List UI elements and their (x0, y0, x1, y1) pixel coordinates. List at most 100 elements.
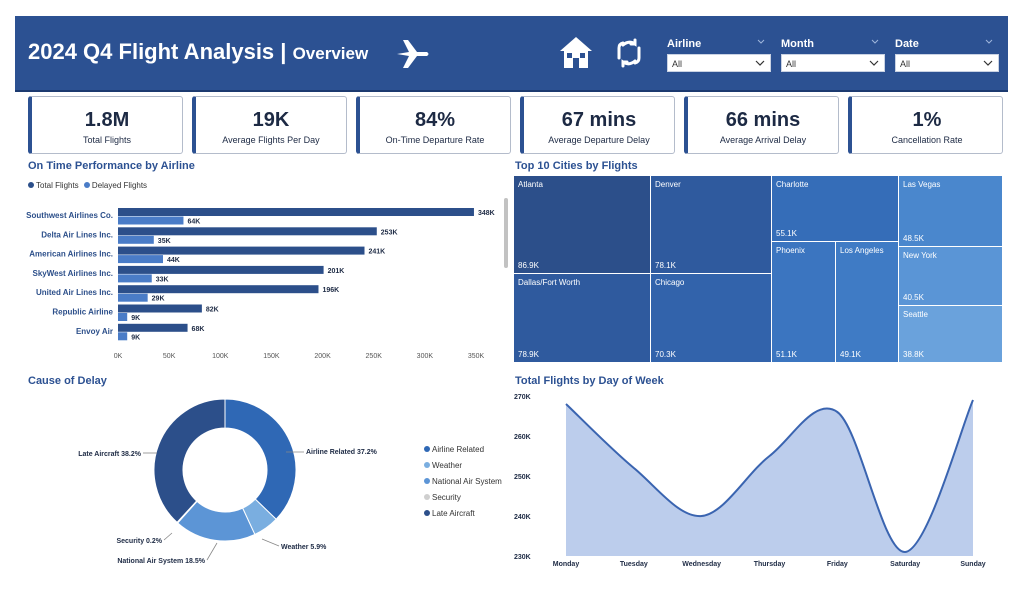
bar-value-label: 196K (322, 287, 339, 294)
legend-item[interactable]: Weather (424, 461, 502, 477)
treemap-tile-chicago[interactable]: Chicago 70.3K (651, 274, 772, 363)
refresh-icon[interactable] (613, 36, 645, 70)
legend-dot (424, 462, 430, 468)
bar-value-label: 29K (152, 296, 165, 303)
y-tick-label: 240K (514, 514, 531, 521)
bar-value-label: 201K (328, 268, 345, 275)
dashboard: 2024 Q4 Flight Analysis | Overview Airli… (0, 0, 1024, 590)
slice-leader-line (206, 542, 218, 561)
title-main: 2024 Q4 Flight Analysis (28, 39, 275, 64)
legend-label: Weather (432, 461, 463, 470)
kpi-card-cancellation-rate: 1% Cancellation Rate (848, 96, 1003, 154)
bar-value-label: 44K (167, 257, 180, 264)
x-tick-label: Thursday (754, 561, 786, 568)
slice-leader-line (163, 532, 173, 541)
treemap-tile-los-angeles[interactable]: Los Angeles 49.1K (836, 242, 899, 363)
airline-dropdown[interactable]: All (667, 54, 771, 72)
x-tick-label: 0K (114, 353, 123, 360)
treemap-tile-atlanta[interactable]: Atlanta 86.9K (514, 176, 651, 274)
y-tick-label: 250K (514, 474, 531, 481)
tile-name: Seattle (903, 310, 928, 319)
airline-label: Republic Airline (52, 308, 113, 317)
bar-value-label: 253K (381, 229, 398, 236)
airline-label: Delta Air Lines Inc. (41, 230, 113, 239)
date-dropdown[interactable]: All (895, 54, 999, 72)
delay-legend: Airline Related Weather National Air Sys… (424, 445, 502, 525)
kpi-label: Total Flights (82, 135, 132, 145)
slice-data-label: Airline Related 37.2% (306, 449, 378, 456)
airline-label: Envoy Air (76, 327, 113, 336)
airline-slicer[interactable]: Airline All (667, 38, 771, 72)
x-tick-label: Saturday (890, 561, 920, 568)
delay-donut-chart: Airline Related 37.2% Weather 5.9% Nationa… (78, 398, 378, 565)
treemap-tile-phoenix[interactable]: Phoenix 51.1K (772, 242, 836, 363)
bar-value-label: 348K (478, 210, 495, 217)
tile-name: Denver (655, 180, 681, 189)
kpi-label: Average Flights Per Day (222, 135, 320, 145)
tile-name: Las Vegas (903, 180, 941, 189)
otp-legend: Total Flights Delayed Flights (28, 181, 147, 190)
airline-slicer-label: Airline (667, 38, 702, 50)
bar-total-flights (118, 246, 365, 255)
chevron-down-icon[interactable] (757, 38, 765, 46)
tile-value: 48.5K (903, 234, 924, 243)
bar-value-label: 33K (156, 276, 169, 283)
kpi-card-avg-arrival-delay: 66 mins Average Arrival Delay (684, 96, 839, 154)
title-subtitle: Overview (292, 44, 369, 63)
bar-value-label: 68K (192, 326, 205, 333)
bar-value-label: 9K (131, 315, 140, 322)
bar-value-label: 82K (206, 307, 219, 314)
tile-name: Los Angeles (840, 246, 884, 255)
dow-area-chart: 270K 260K 250K 240K 230K Monday Tuesday Wednesd… (514, 394, 986, 568)
bar-value-label: 64K (187, 219, 200, 226)
chevron-down-icon[interactable] (985, 38, 993, 46)
airline-label: United Air Lines Inc. (36, 288, 113, 297)
kpi-value: 19K (252, 109, 290, 131)
legend-item[interactable]: National Air System (424, 477, 502, 493)
date-slicer-label: Date (895, 38, 919, 50)
title-separator: | (280, 39, 287, 64)
airplane-icon (397, 40, 429, 68)
bar-value-label: 35K (158, 238, 171, 245)
treemap-tile-dallas[interactable]: Dallas/Fort Worth 78.9K (514, 274, 651, 363)
chevron-down-icon (983, 60, 993, 66)
dow-chart-title: Total Flights by Day of Week (515, 375, 664, 387)
tile-value: 51.1K (776, 350, 797, 359)
legend-item[interactable]: Airline Related (424, 445, 502, 461)
legend-dot-delayed (83, 182, 90, 188)
treemap-tile-denver[interactable]: Denver 78.1K (651, 176, 772, 274)
treemap-tile-charlotte[interactable]: Charlotte 55.1K (772, 176, 899, 242)
otp-scrollbar[interactable] (504, 198, 508, 268)
treemap-tile-seattle[interactable]: Seattle 38.8K (899, 306, 1003, 363)
home-icon[interactable] (558, 34, 594, 70)
tile-value: 38.8K (903, 350, 924, 359)
treemap-tile-new-york[interactable]: New York 40.5K (899, 247, 1003, 306)
chevron-down-icon[interactable] (871, 38, 879, 46)
bar-total-flights (118, 323, 188, 332)
bar-total-flights (118, 227, 377, 236)
month-dropdown[interactable]: All (781, 54, 885, 72)
chevron-down-icon (755, 60, 765, 66)
y-tick-label: 270K (514, 394, 531, 401)
slice-data-label: Late Aircraft 38.2% (78, 451, 142, 458)
legend-item[interactable]: Security (424, 493, 502, 509)
date-dropdown-value: All (900, 59, 911, 69)
legend-item[interactable]: Late Aircraft (424, 509, 502, 525)
date-slicer[interactable]: Date All (895, 38, 999, 72)
treemap-tile-las-vegas[interactable]: Las Vegas 48.5K (899, 176, 1003, 247)
airline-label: SkyWest Airlines Inc. (33, 269, 113, 278)
otp-bar-chart: Southwest Airlines Co. 348K 64K Delta Air L… (26, 208, 495, 360)
cities-chart-title: Top 10 Cities by Flights (515, 160, 638, 172)
y-tick-label: 230K (514, 554, 531, 561)
kpi-value: 1% (912, 109, 942, 131)
kpi-value: 1.8M (84, 109, 130, 131)
kpi-card-avg-flights-per-day: 19K Average Flights Per Day (192, 96, 347, 154)
area-fill (566, 400, 973, 556)
legend-dot (424, 494, 430, 500)
kpi-value: 84% (414, 109, 456, 131)
header-bar: 2024 Q4 Flight Analysis | Overview Airli… (15, 16, 1008, 92)
slice-data-label: Weather 5.9% (281, 544, 327, 551)
x-tick-label: 50K (163, 353, 176, 360)
chevron-down-icon (869, 60, 879, 66)
month-slicer[interactable]: Month All (781, 38, 885, 72)
